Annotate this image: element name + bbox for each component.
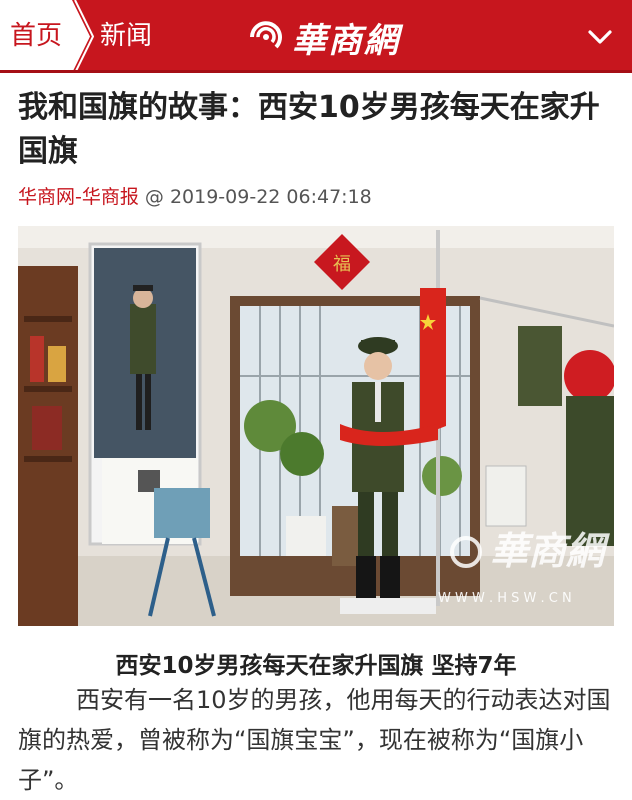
nav-news-link[interactable]: 新闻 bbox=[100, 0, 152, 73]
article-meta: 华商网-华商报 @ 2019-09-22 06:47:18 bbox=[18, 182, 372, 209]
breadcrumb-chevron-icon bbox=[72, 0, 94, 73]
chevron-down-icon[interactable] bbox=[584, 22, 616, 52]
svg-text:福: 福 bbox=[333, 254, 351, 275]
photo-illustration: 福 華商網 W W W . H S W . C N bbox=[18, 226, 614, 626]
article-paragraph: 西安有一名10岁的男孩，他用每天的行动表达对国旗的热爱，曾被称为“国旗宝宝”，现… bbox=[18, 686, 611, 794]
logo-text: 華商網 bbox=[292, 20, 400, 61]
logo-swirl-icon bbox=[250, 21, 282, 49]
nav-home-link[interactable]: 首页 bbox=[0, 0, 72, 73]
top-nav-bar: 首页 新闻 華商網 bbox=[0, 0, 632, 73]
article-source[interactable]: 华商网-华商报 bbox=[18, 186, 139, 208]
photo-watermark-url: W W W . H S W . C N bbox=[438, 591, 572, 606]
article-datetime: 2019-09-22 06:47:18 bbox=[169, 186, 372, 208]
site-logo[interactable]: 華商網 bbox=[246, 13, 400, 61]
meta-at-sign: @ bbox=[144, 186, 164, 208]
article-photo[interactable]: 福 華商網 W W W . H S W . C N bbox=[18, 226, 614, 626]
photo-watermark-logo: 華商網 bbox=[490, 528, 610, 573]
article-title: 我和国旗的故事：西安10岁男孩每天在家升国旗 bbox=[18, 90, 600, 169]
article-subtitle: 西安10岁男孩每天在家升国旗 坚持7年 bbox=[115, 653, 517, 679]
